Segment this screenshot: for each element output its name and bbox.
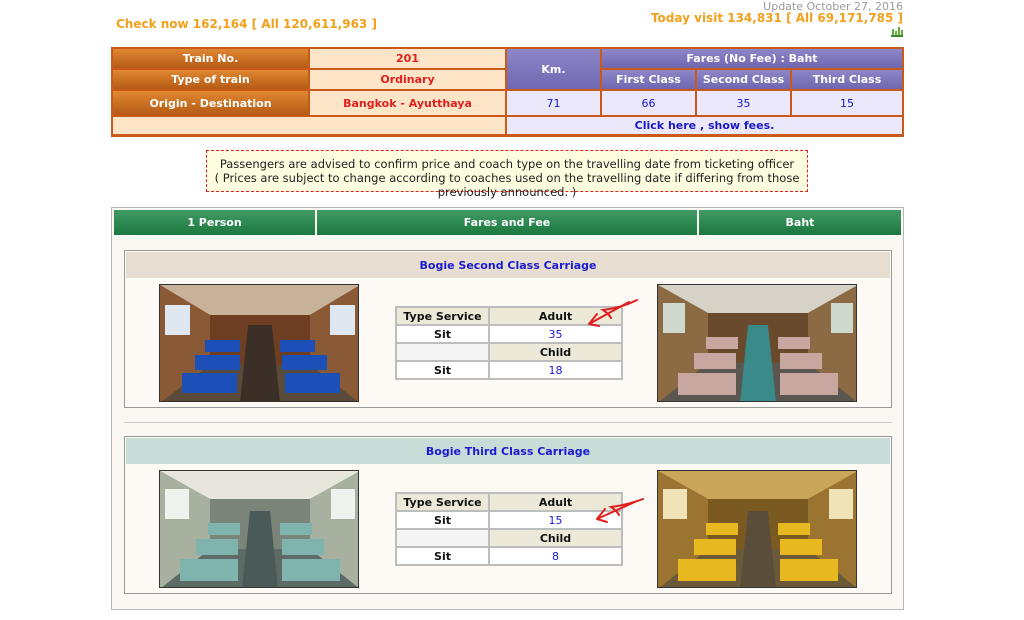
notice-line-2: ( Prices are subject to change according…: [214, 171, 800, 199]
child-header: Child: [490, 344, 621, 360]
sit-label: Sit: [397, 362, 488, 378]
third-class-carriage-title: Bogie Third Class Carriage: [126, 438, 890, 464]
section-divider: [124, 422, 892, 423]
sit-label: Sit: [397, 326, 488, 342]
type-of-train-value: Ordinary: [310, 70, 505, 89]
baht-column-header: Baht: [699, 210, 901, 235]
second-class-carriage-photo: [159, 284, 359, 402]
fees-panel: 1 Person Fares and Fee Baht Bogie Second…: [111, 207, 904, 610]
person-column-header: 1 Person: [114, 210, 315, 235]
blank-cell: [397, 344, 488, 360]
km-header: Km.: [507, 49, 600, 89]
child-fare: 8: [490, 548, 621, 564]
third-class-header: Third Class: [792, 70, 902, 89]
sit-label: Sit: [397, 548, 488, 564]
second-class-interior-photo: [657, 284, 857, 402]
blank-cell: [397, 530, 488, 546]
km-value: 71: [507, 91, 600, 115]
bar-chart-icon[interactable]: [891, 26, 903, 37]
fares-fee-column-header: Fares and Fee: [317, 210, 697, 235]
origin-destination-value: Bangkok - Ayutthaya: [310, 91, 505, 115]
second-class-fare: 35: [697, 91, 790, 115]
red-arrow-icon: [588, 299, 638, 327]
second-class-carriage-box: Bogie Second Class Carriage Type Service…: [124, 250, 892, 408]
type-service-header: Type Service: [397, 494, 488, 510]
third-class-carriage-photo: [159, 470, 359, 588]
train-info-table: Train No. 201 Type of train Ordinary Ori…: [111, 47, 904, 137]
show-fees-link[interactable]: Click here , show fees.: [507, 117, 902, 134]
first-class-header: First Class: [602, 70, 695, 89]
notice-line-1: Passengers are advised to confirm price …: [219, 157, 795, 171]
sit-label: Sit: [397, 512, 488, 528]
train-no-value: 201: [310, 49, 505, 68]
second-class-header: Second Class: [697, 70, 790, 89]
type-of-train-label: Type of train: [113, 70, 308, 89]
second-class-carriage-title: Bogie Second Class Carriage: [126, 252, 890, 278]
type-service-header: Type Service: [397, 308, 488, 324]
child-fare: 18: [490, 362, 621, 378]
origin-destination-label: Origin - Destination: [113, 91, 308, 115]
third-class-carriage-box: Bogie Third Class Carriage Type Service …: [124, 436, 892, 594]
first-class-fare: 66: [602, 91, 695, 115]
price-notice: Passengers are advised to confirm price …: [206, 150, 808, 199]
check-now-counter: Check now 162,164 [ All 120,611,963 ]: [116, 17, 377, 31]
today-visit-counter: Today visit 134,831 [ All 69,171,785 ]: [650, 11, 903, 25]
red-arrow-icon: [596, 498, 644, 523]
third-class-interior-photo: [657, 470, 857, 588]
train-no-label: Train No.: [113, 49, 308, 68]
third-class-fare: 15: [792, 91, 902, 115]
fares-header: Fares (No Fee) : Baht: [602, 49, 902, 68]
empty-cell: [113, 117, 505, 134]
